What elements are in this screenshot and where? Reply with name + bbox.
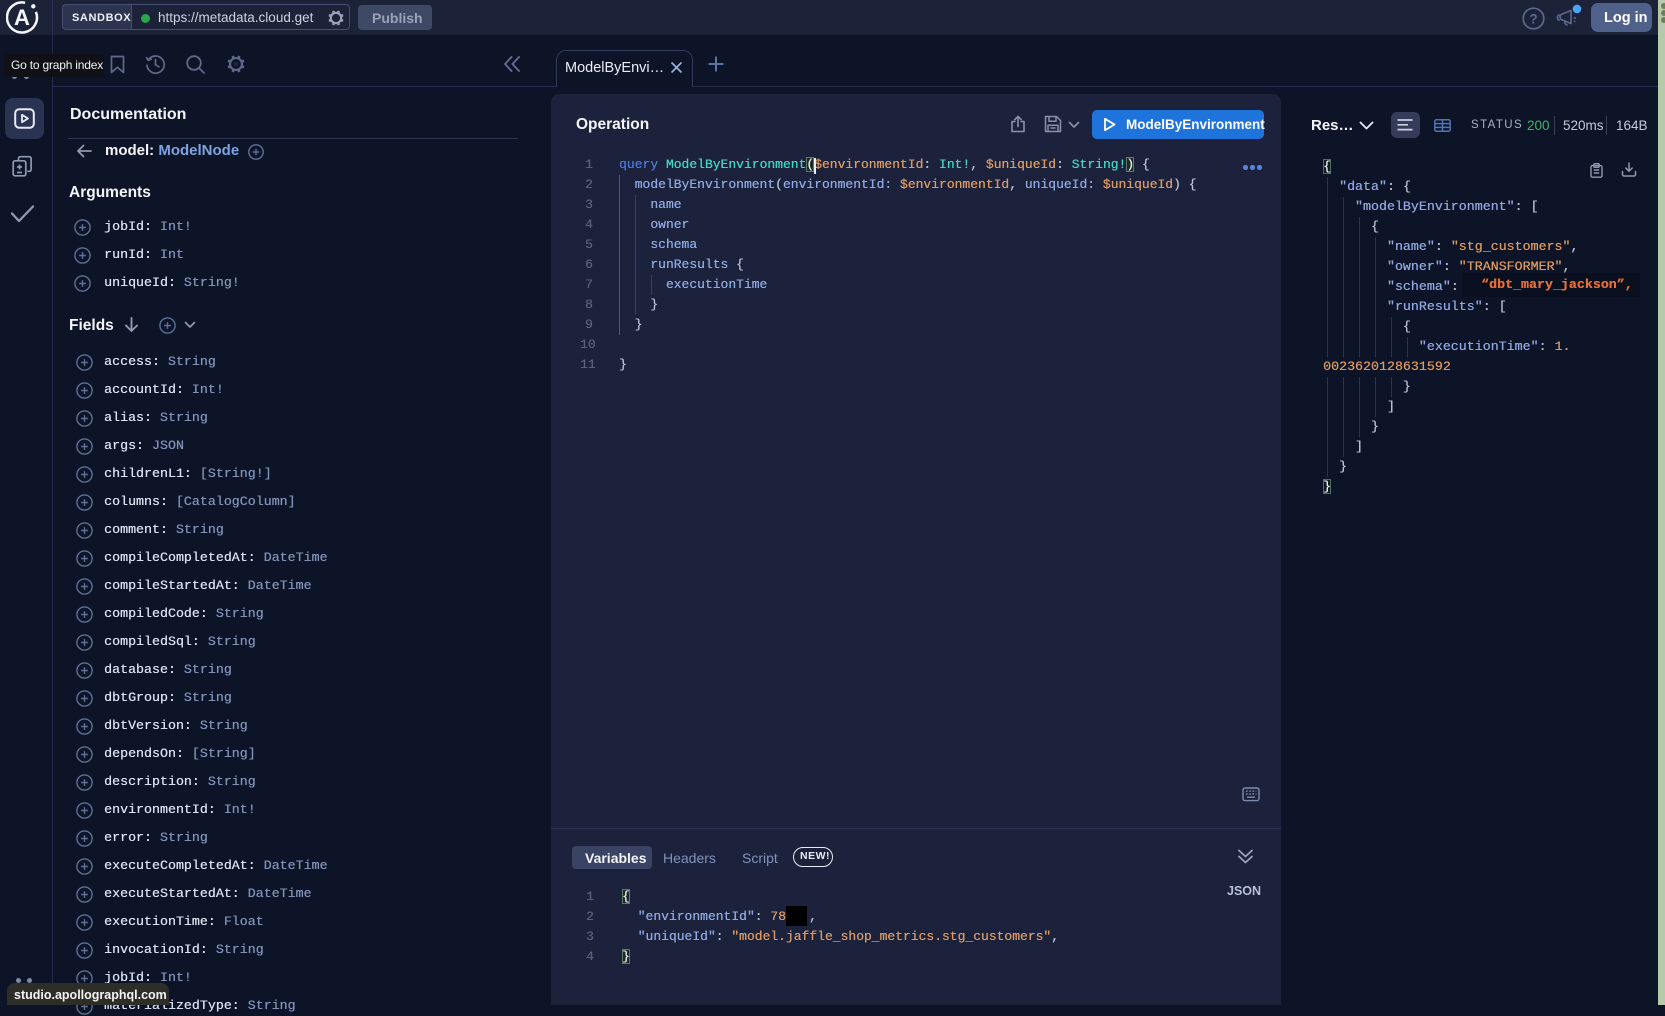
svg-text:?: ? [1529,12,1537,27]
svg-text:A: A [14,5,30,30]
